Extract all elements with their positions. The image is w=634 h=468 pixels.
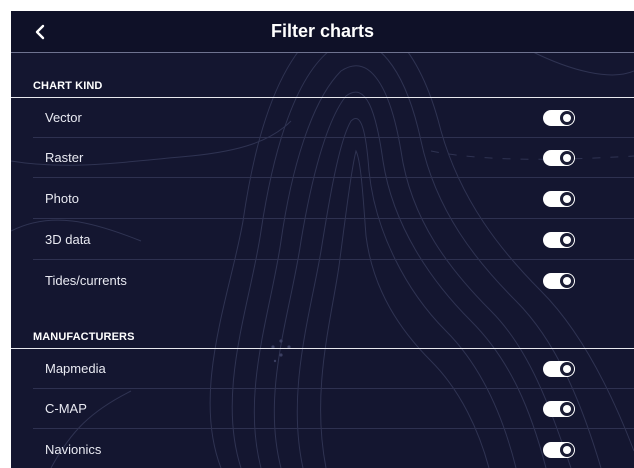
toggle-knob	[560, 233, 574, 247]
filter-charts-screen: Filter charts CHART KIND Vector Raster P…	[11, 11, 634, 468]
filter-row-raster: Raster	[11, 138, 634, 178]
filter-row-photo: Photo	[11, 179, 634, 219]
row-divider	[33, 177, 634, 178]
tides-currents-toggle[interactable]	[543, 273, 575, 289]
toggle-knob	[560, 274, 574, 288]
row-label: Navionics	[45, 442, 102, 457]
row-label: Mapmedia	[45, 361, 106, 376]
vector-toggle[interactable]	[543, 110, 575, 126]
row-label: Tides/currents	[45, 273, 127, 288]
photo-toggle[interactable]	[543, 191, 575, 207]
filter-row-navionics: Navionics	[11, 430, 634, 468]
3d-data-toggle[interactable]	[543, 232, 575, 248]
row-label: Raster	[45, 150, 84, 165]
toggle-knob	[560, 151, 574, 165]
row-label: Photo	[45, 191, 79, 206]
filter-row-vector: Vector	[11, 98, 634, 138]
navionics-toggle[interactable]	[543, 442, 575, 458]
row-divider	[33, 259, 634, 260]
toggle-knob	[560, 192, 574, 206]
toggle-knob	[560, 111, 574, 125]
raster-toggle[interactable]	[543, 150, 575, 166]
mapmedia-toggle[interactable]	[543, 361, 575, 377]
filter-row-c-map: C-MAP	[11, 389, 634, 429]
filter-row-3d-data: 3D data	[11, 220, 634, 260]
page-title: Filter charts	[270, 21, 375, 41]
toggle-knob	[560, 443, 574, 457]
toggle-knob	[560, 402, 574, 416]
section-title: MANUFACTURERS	[33, 331, 135, 343]
toggle-knob	[560, 362, 574, 376]
row-divider	[33, 428, 634, 429]
row-label: Vector	[45, 110, 82, 125]
section-title: CHART KIND	[33, 80, 103, 92]
section-header-chart-kind: CHART KIND	[11, 71, 634, 98]
section-header-manufacturers: MANUFACTURERS	[11, 322, 634, 349]
top-bar: Filter charts	[11, 11, 634, 53]
row-label: 3D data	[45, 232, 91, 247]
filter-row-tides-currents: Tides/currents	[11, 261, 634, 301]
row-label: C-MAP	[45, 401, 87, 416]
c-map-toggle[interactable]	[543, 401, 575, 417]
row-divider	[33, 218, 634, 219]
filter-row-mapmedia: Mapmedia	[11, 349, 634, 389]
